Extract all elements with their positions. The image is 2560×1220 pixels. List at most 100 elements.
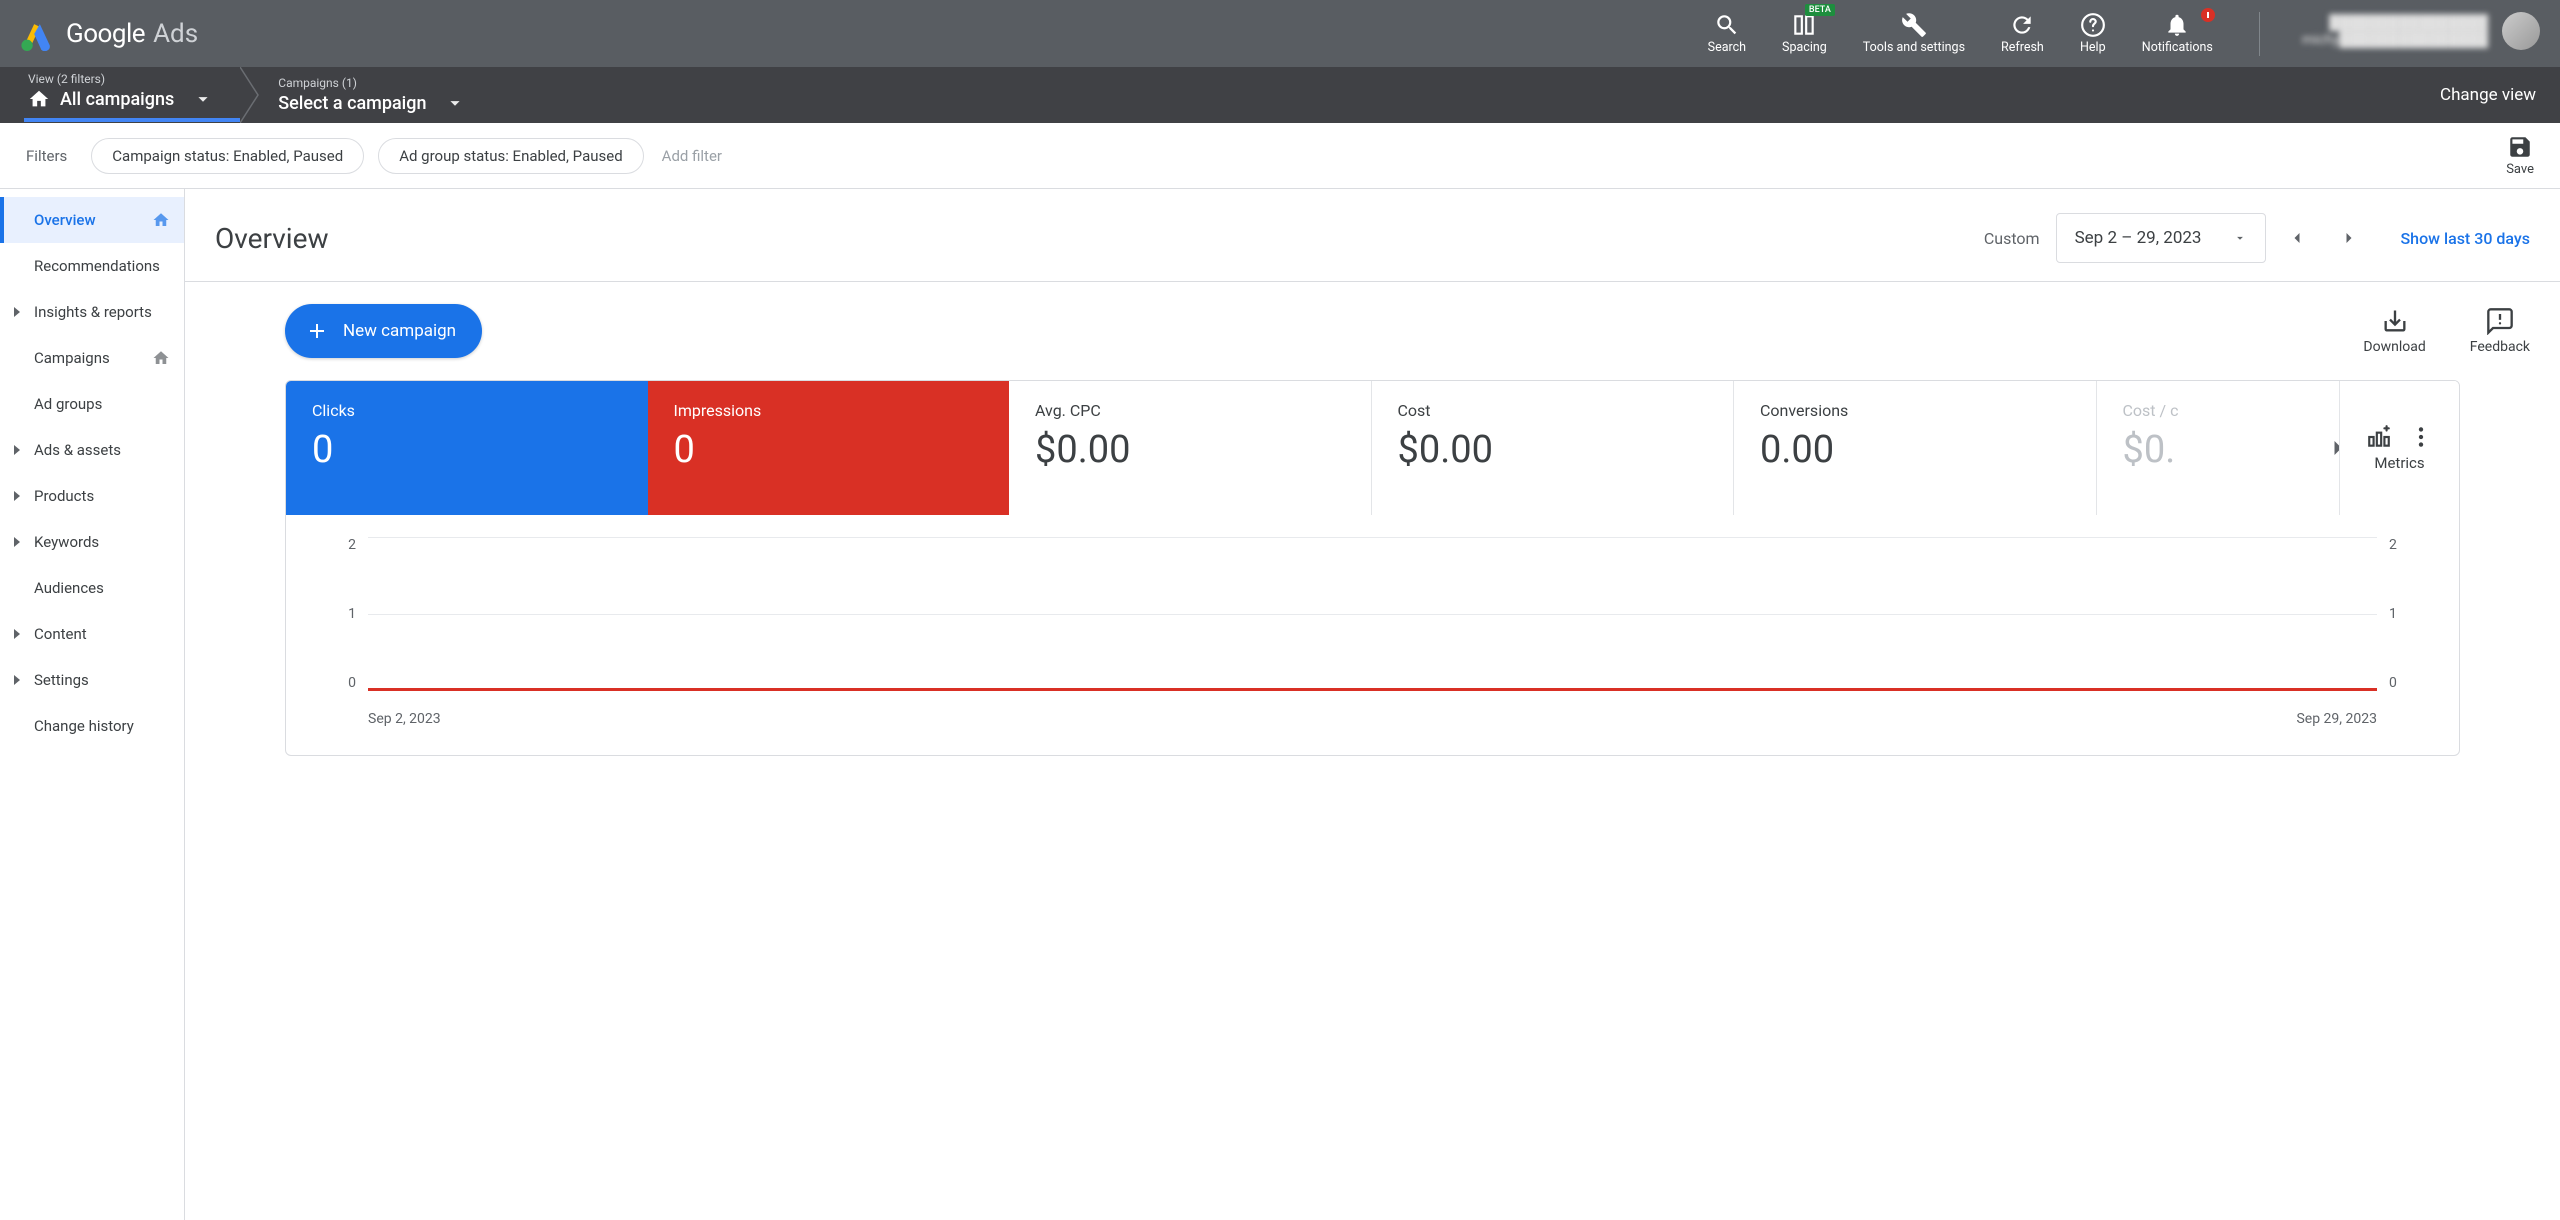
filter-chip-adgroup-status[interactable]: Ad group status: Enabled, Paused: [378, 138, 643, 174]
sidebar-item-recommendations[interactable]: Recommendations: [0, 243, 184, 289]
new-campaign-label: New campaign: [343, 321, 456, 341]
crumb-view[interactable]: View (2 filters) All campaigns: [24, 72, 240, 122]
action-row: New campaign Download Feedback: [185, 282, 2560, 380]
chart-plot: [368, 537, 2377, 691]
notification-dot-icon: [2199, 6, 2217, 24]
metric-label: Clicks: [312, 401, 622, 420]
download-icon: [2381, 307, 2409, 335]
y-tick: 2: [348, 537, 356, 553]
sidebar-item-label: Settings: [34, 671, 89, 689]
sidebar-item-keywords[interactable]: Keywords: [0, 519, 184, 565]
crumb-separator: [240, 67, 264, 123]
metric-label: Avg. CPC: [1035, 401, 1345, 420]
feedback-button[interactable]: Feedback: [2470, 307, 2530, 355]
sidebar-item-campaigns[interactable]: Campaigns: [0, 335, 184, 381]
add-filter-button[interactable]: Add filter: [662, 147, 722, 165]
metric-cell-conversions[interactable]: Conversions0.00: [1734, 381, 2097, 515]
expand-arrow-icon: [14, 307, 20, 317]
metric-cell-cost[interactable]: Cost $0.00: [1372, 381, 1735, 515]
sidebar-item-audiences[interactable]: Audiences: [0, 565, 184, 611]
chevron-down-icon: [2233, 231, 2247, 245]
account-info[interactable]: ████████████████ michy███████████████: [2302, 12, 2540, 50]
refresh-label: Refresh: [2001, 40, 2044, 55]
more-vert-icon[interactable]: [2408, 424, 2434, 450]
spacing-tool[interactable]: BETA Spacing: [1782, 12, 1827, 55]
metric-value: $0.00: [1398, 428, 1708, 472]
save-label: Save: [2506, 162, 2534, 177]
date-next-button[interactable]: [2328, 217, 2370, 259]
topbar-divider: [2259, 12, 2260, 56]
crumb-campaigns[interactable]: Campaigns (1) Select a campaign: [264, 76, 492, 114]
metric-label: Cost: [1398, 401, 1708, 420]
top-bar: Google Ads Search BETA Spacing Tools and…: [0, 0, 2560, 67]
wrench-icon: [1901, 12, 1927, 38]
expand-arrow-icon: [14, 445, 20, 455]
sidebar-item-insights-reports[interactable]: Insights & reports: [0, 289, 184, 335]
sidebar-item-label: Insights & reports: [34, 303, 152, 321]
metric-label: Impressions: [674, 401, 984, 420]
crumb-view-value: All campaigns: [60, 89, 174, 110]
sidebar-item-label: Recommendations: [34, 257, 160, 275]
sidebar-item-products[interactable]: Products: [0, 473, 184, 519]
metric-cell-avg-cpc[interactable]: Avg. CPC $0.00: [1009, 381, 1372, 515]
date-range-dropdown[interactable]: Sep 2 – 29, 2023: [2056, 213, 2267, 263]
logo-text-ads: Ads: [153, 19, 198, 49]
change-view-button[interactable]: Change view: [2440, 85, 2536, 105]
refresh-tool[interactable]: Refresh: [2001, 12, 2044, 55]
notifications-label: Notifications: [2142, 40, 2213, 55]
filters-label: Filters: [26, 147, 67, 165]
y-tick: 0: [348, 675, 356, 691]
overview-header: Overview Custom Sep 2 – 29, 2023 Show la…: [185, 189, 2560, 282]
add-chart-icon[interactable]: [2366, 424, 2392, 450]
date-mode-label: Custom: [1984, 229, 2040, 248]
metric-value: $0.00: [1035, 428, 1345, 472]
help-tool[interactable]: Help: [2080, 12, 2106, 55]
new-campaign-button[interactable]: New campaign: [285, 304, 482, 358]
filters-bar: Filters Campaign status: Enabled, Paused…: [0, 123, 2560, 189]
expand-arrow-icon: [14, 629, 20, 639]
expand-arrow-icon: [14, 491, 20, 501]
sidebar-item-settings[interactable]: Settings: [0, 657, 184, 703]
sidebar-item-change-history[interactable]: Change history: [0, 703, 184, 749]
avatar[interactable]: [2502, 12, 2540, 50]
y-tick: 1: [348, 606, 356, 622]
download-button[interactable]: Download: [2363, 307, 2425, 355]
save-button[interactable]: Save: [2506, 134, 2534, 177]
chevron-down-icon: [192, 88, 214, 110]
search-tool[interactable]: Search: [1708, 12, 1746, 55]
page-title: Overview: [215, 222, 329, 255]
metric-cell-clicks[interactable]: Clicks0: [286, 381, 648, 515]
sidebar-item-label: Ads & assets: [34, 441, 121, 459]
y-tick: 0: [2389, 675, 2397, 691]
metric-label: Conversions: [1760, 401, 2070, 420]
show-last-30-days-button[interactable]: Show last 30 days: [2400, 229, 2530, 248]
sidebar-item-label: Products: [34, 487, 94, 505]
sidebar: Overview Recommendations Insights & report…: [0, 189, 185, 1220]
logo[interactable]: Google Ads: [20, 17, 198, 51]
help-label: Help: [2080, 40, 2106, 55]
home-icon: [152, 211, 170, 229]
metrics-tools: Metrics: [2339, 381, 2459, 515]
y-tick: 2: [2389, 537, 2397, 553]
filter-chip-campaign-status[interactable]: Campaign status: Enabled, Paused: [91, 138, 364, 174]
gridline: [368, 537, 2377, 538]
expand-arrow-icon: [14, 675, 20, 685]
crumb-campaigns-label: Campaigns (1): [278, 76, 466, 90]
sidebar-item-content[interactable]: Content: [0, 611, 184, 657]
date-prev-button[interactable]: [2276, 217, 2318, 259]
sidebar-item-label: Keywords: [34, 533, 99, 551]
sidebar-item-ads-assets[interactable]: Ads & assets: [0, 427, 184, 473]
metrics-row: Clicks0Impressions0 Avg. CPC $0.00 Cost $0.0…: [286, 381, 2459, 515]
sidebar-item-label: Ad groups: [34, 395, 102, 413]
search-label: Search: [1708, 40, 1746, 55]
feedback-label: Feedback: [2470, 339, 2530, 355]
tools-settings-tool[interactable]: Tools and settings: [1863, 12, 1965, 55]
crumb-view-label: View (2 filters): [28, 72, 214, 86]
metric-cell-impressions[interactable]: Impressions0: [648, 381, 1010, 515]
help-icon: [2080, 12, 2106, 38]
home-icon: [28, 88, 50, 110]
notifications-tool[interactable]: Notifications: [2142, 12, 2213, 55]
sidebar-item-overview[interactable]: Overview: [0, 197, 184, 243]
sidebar-item-ad-groups[interactable]: Ad groups: [0, 381, 184, 427]
chart: 2 1 0 2 1 0 Sep 2, 2023: [286, 515, 2459, 755]
